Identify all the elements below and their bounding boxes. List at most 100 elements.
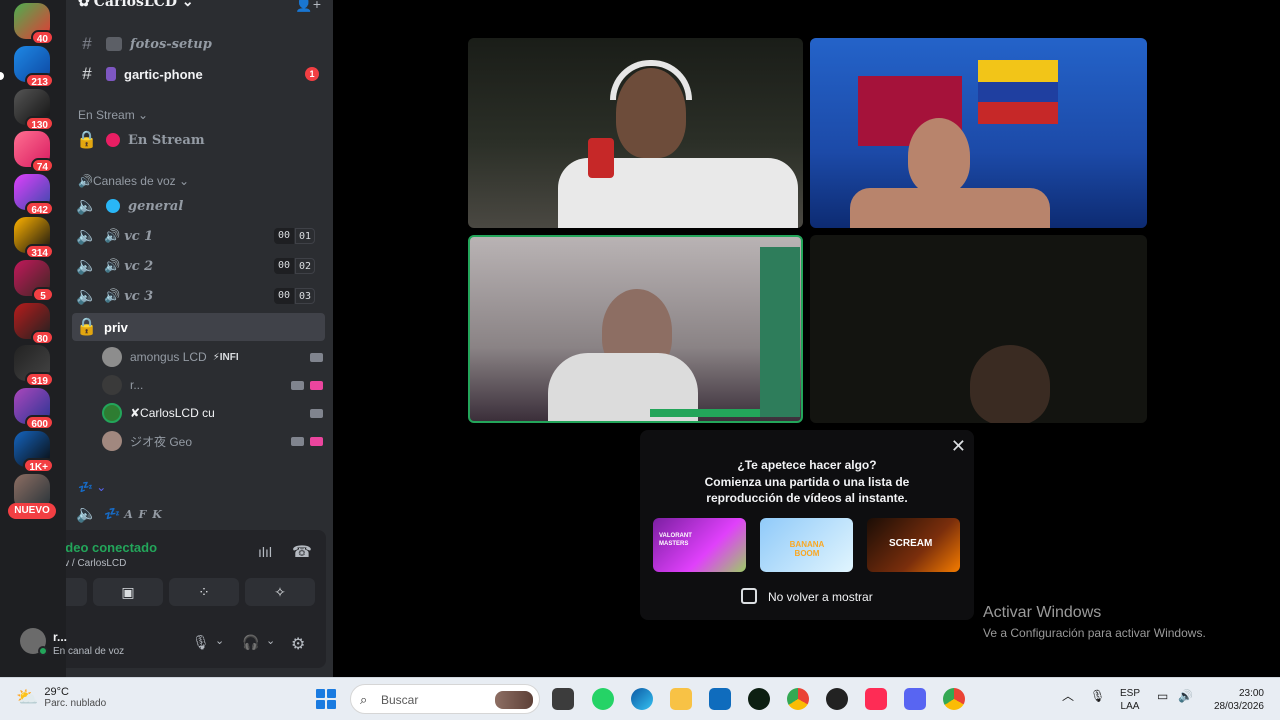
dont-show-label[interactable]: No volver a mostrar [768, 590, 873, 604]
server-icon-3[interactable]: 130 [14, 89, 54, 131]
voice-channel-vc2[interactable]: 🔈 🔊 vc 2 00 02 [72, 252, 325, 280]
clock[interactable]: 23:00 28/03/2026 [1206, 687, 1264, 713]
voice-user[interactable]: amongus LCD ⚡INFI [102, 344, 323, 370]
server-icon-9[interactable]: 319 [14, 345, 54, 387]
activity-banana-boom[interactable]: BANANA BOOM [760, 518, 853, 572]
edge-icon[interactable] [631, 688, 653, 710]
flag-shape-2 [978, 102, 1058, 124]
video-tile-3-speaking[interactable] [468, 235, 803, 423]
user-name: amongus LCD [130, 350, 207, 364]
channel-gartic-phone[interactable]: # gartic-phone 1 [72, 60, 325, 88]
voice-user[interactable]: r... [102, 372, 323, 398]
connection-status[interactable]: Vídeo conectado [66, 540, 157, 555]
server-icon-6[interactable]: 314 [14, 217, 54, 259]
mention-badge: 1K+ [23, 458, 54, 473]
discord-icon[interactable] [904, 688, 926, 710]
microphone-tray-icon[interactable]: 🎙 [1090, 690, 1105, 703]
disconnect-icon[interactable]: ☎ [292, 542, 312, 562]
windows-taskbar: ⛅ 29°C Parc. nublado ⌕ Buscar ︿ 🎙 ESP LAA… [0, 677, 1280, 720]
video-tile-1[interactable] [468, 38, 803, 228]
start-button[interactable] [316, 689, 336, 709]
server-icon-11[interactable]: 1K+ [14, 431, 54, 473]
gear-icon: ✿ [78, 0, 90, 10]
screen-share-icon: ▣ [121, 583, 135, 600]
network-icon[interactable]: ▭ [1157, 690, 1168, 703]
new-badge[interactable]: NUEVO [8, 503, 56, 519]
connection-location[interactable]: priv / CarlosLCD [66, 558, 126, 569]
whatsapp-icon[interactable] [592, 688, 614, 710]
search-highlight-icon [495, 691, 533, 709]
voice-channel-afk[interactable]: 🔈 💤 A F K [72, 500, 325, 528]
activity-label: BANANA BOOM [789, 540, 825, 558]
app-u-icon[interactable] [748, 688, 770, 710]
avatar [102, 375, 122, 395]
category-voice[interactable]: 🔊Canales de voz ⌄ [78, 174, 189, 188]
server-icon-4[interactable]: 74 [14, 131, 54, 173]
voice-channel-general[interactable]: 🔈 general [72, 192, 325, 220]
voice-user[interactable]: ジオ夜 Geo [102, 428, 323, 454]
channel-fotos-setup[interactable]: # fotos-setup [72, 30, 325, 58]
task-view-icon[interactable] [552, 688, 574, 710]
channel-name: A F K [124, 507, 163, 521]
noise-suppression-icon[interactable]: ılıl [258, 544, 272, 560]
speaker-icon: 🔈 [76, 504, 98, 523]
red-circle-emoji-icon [106, 133, 120, 147]
tiktok-icon[interactable] [865, 688, 887, 710]
video-tile-4[interactable] [810, 235, 1147, 423]
server-header[interactable]: ✿ CarlosLCD ⌄ [78, 0, 328, 14]
server-icon-10[interactable]: 600 [14, 388, 54, 430]
chevron-up-icon[interactable]: ︿ [1062, 690, 1074, 703]
activity-scream[interactable]: SCREAM [867, 518, 960, 572]
watermark-subtitle: Ve a Configuración para activar Windows. [983, 626, 1206, 640]
camera-icon [291, 380, 304, 390]
voice-user[interactable]: ✘CarlosLCD cu [102, 400, 323, 426]
user-max: 01 [295, 228, 315, 244]
voice-channel-vc1[interactable]: 🔈 🔊 vc 1 00 01 [72, 222, 325, 250]
speaker-emoji-icon: 🔊 [104, 228, 121, 243]
category-en-stream[interactable]: En Stream ⌄ [78, 108, 148, 122]
file-explorer-icon[interactable] [670, 688, 692, 710]
store-icon[interactable] [709, 688, 731, 710]
server-icon-1[interactable]: 40 [14, 3, 54, 45]
server-icon-7[interactable]: 5 [14, 260, 54, 302]
mention-badge: 319 [25, 372, 54, 387]
phone-emoji-icon [106, 67, 116, 81]
server-icon-2[interactable]: 213 [14, 46, 54, 88]
soundboard-button[interactable]: ✧ [245, 578, 315, 606]
headphones-shape [610, 60, 692, 100]
watermark-title: Activar Windows [983, 604, 1102, 621]
user-count: 00 [274, 258, 294, 274]
video-tile-2[interactable] [810, 38, 1147, 228]
chrome-icon[interactable] [787, 688, 809, 710]
cloud-sun-icon: ⛅ [16, 687, 39, 707]
camera-button[interactable]: ■▸ [66, 578, 87, 606]
add-user-icon[interactable]: 👤+ [295, 0, 321, 13]
server-icon-8[interactable]: 80 [14, 303, 54, 345]
server-icon-5[interactable]: 642 [14, 174, 54, 216]
channel-en-stream[interactable]: 🔒 En Stream [72, 126, 325, 154]
screen-share-button[interactable]: ▣ [93, 578, 163, 606]
voice-channel-priv[interactable]: 🔒 priv [72, 313, 325, 341]
activity-icon: ⁘ [198, 583, 210, 600]
taskbar-search[interactable]: ⌕ Buscar [350, 684, 540, 714]
mention-badge: 80 [30, 330, 54, 345]
dont-show-checkbox[interactable] [741, 588, 757, 604]
voice-channel-vc3[interactable]: 🔈 🔊 vc 3 00 03 [72, 282, 325, 310]
channel-name: priv [104, 319, 128, 335]
activities-button[interactable]: ⁘ [169, 578, 239, 606]
mention-badge: 130 [25, 116, 54, 131]
discord-window: 40 213 130 74 642 314 5 80 319 600 1K+ N… [0, 0, 1280, 677]
activity-valorant[interactable]: VALORANT MASTERS [653, 518, 746, 572]
volume-icon[interactable]: 🔊 [1178, 690, 1193, 703]
chrome-profile-icon[interactable] [943, 688, 965, 710]
language-indicator[interactable]: ESP LAA [1120, 687, 1140, 713]
server-rail: 40 213 130 74 642 314 5 80 319 600 1K+ N… [0, 0, 66, 677]
category-afk[interactable]: 💤 ⌄ [78, 480, 106, 494]
user-limit: 00 02 [274, 258, 315, 274]
lock-icon: 🔒 [76, 130, 98, 149]
close-icon[interactable]: ✕ [951, 436, 966, 457]
weather-widget[interactable]: ⛅ 29°C Parc. nublado [16, 686, 106, 709]
user-count: 00 [274, 288, 294, 304]
app-obs-icon[interactable] [826, 688, 848, 710]
lock-icon: 🔒 [76, 317, 98, 336]
